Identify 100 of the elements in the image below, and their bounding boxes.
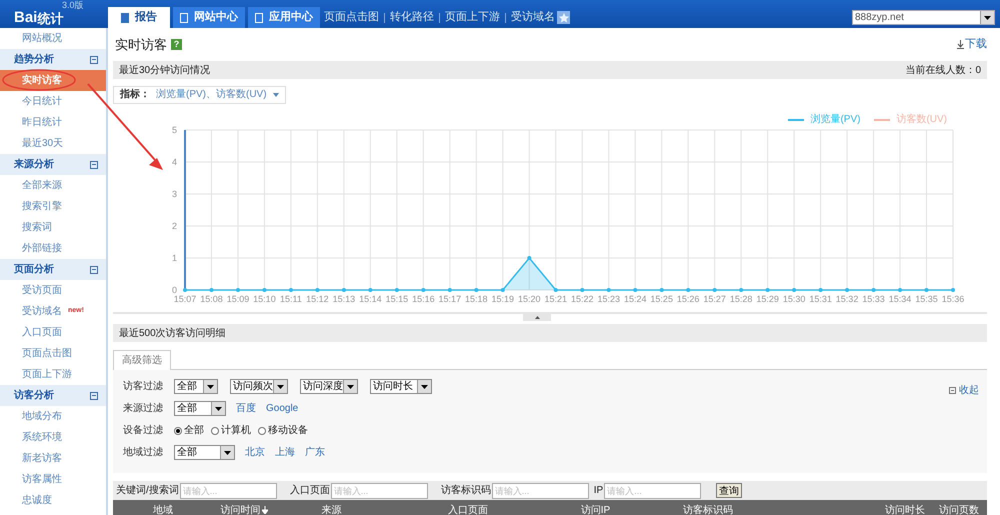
nav-tab[interactable]: 应用中心 (248, 7, 320, 28)
sidebar-item[interactable]: 搜索词 (0, 217, 106, 238)
radio-button[interactable] (174, 426, 182, 434)
x-tick-label: 15:08 (200, 294, 223, 304)
dropdown[interactable]: 访问频次 (230, 379, 288, 394)
x-tick-label: 15:09 (226, 294, 250, 304)
filter-link[interactable]: Google (266, 401, 298, 416)
sidebar-item[interactable]: 全部来源 (0, 175, 106, 196)
x-tick-label: 15:11 (280, 294, 302, 304)
sidebar-item[interactable]: 新老访客 (0, 448, 106, 469)
collapse-handle[interactable] (523, 314, 551, 321)
sidebar-group-header[interactable]: 访客分析 (0, 385, 106, 406)
dropdown[interactable]: 访问深度 (300, 379, 358, 394)
sidebar-item[interactable]: 地域分布 (0, 406, 106, 427)
tab-icon (180, 12, 188, 22)
column-header[interactable]: 入口页面 (388, 502, 548, 515)
x-tick-label: 15:18 (465, 294, 488, 304)
search-field[interactable]: 请输入... (604, 482, 702, 498)
nav-link[interactable]: 页面点击图 (324, 9, 379, 26)
sidebar-item[interactable]: 昨日统计 (0, 112, 106, 133)
site-selector[interactable]: 888zyp.net (852, 10, 995, 25)
sidebar-item[interactable]: 忠诚度 (0, 490, 106, 511)
column-header[interactable]: 访问页数 (933, 502, 985, 515)
search-label: 访客标识码 (440, 484, 491, 498)
x-tick-label: 15:23 (597, 294, 620, 304)
search-field[interactable]: 请输入... (492, 482, 589, 498)
column-header[interactable]: 地域 (113, 502, 213, 515)
metric-selector[interactable]: 指标： 浏览量(PV)、访客数(UV) (113, 86, 286, 104)
collapse-icon[interactable] (90, 392, 98, 400)
sidebar-item[interactable]: 系统环境 (0, 427, 106, 448)
x-tick-label: 15:22 (570, 294, 594, 304)
filter-link[interactable]: 广东 (305, 445, 325, 460)
x-tick-label: 15:28 (730, 294, 752, 304)
sidebar-item[interactable]: 入口页面 (0, 322, 106, 343)
y-tick-label: 3 (172, 189, 177, 199)
filter-label: 访客过滤 (123, 380, 164, 394)
logo-caption: 统计 (37, 12, 64, 25)
sidebar-item[interactable]: 搜索引擎 (0, 196, 106, 217)
dropdown[interactable]: 全部 (174, 401, 226, 416)
online-count: 当前在线人数：0 (905, 64, 981, 78)
dropdown[interactable]: 全部 (174, 445, 235, 460)
filter-link[interactable]: 上海 (275, 445, 295, 460)
collapse-icon[interactable] (90, 56, 98, 64)
download-icon (957, 40, 964, 49)
help-icon[interactable]: ? (171, 39, 182, 50)
nav-tab[interactable]: 报告 (108, 7, 170, 28)
nav-link[interactable]: 转化路径 (390, 9, 434, 26)
x-tick-label: 15:34 (888, 294, 912, 304)
sidebar-item[interactable]: 今日统计 (0, 91, 106, 112)
column-header[interactable]: 访问时长 (773, 502, 933, 515)
dropdown[interactable]: 访问时长 (370, 379, 432, 394)
radio-option[interactable]: 计算机 (211, 423, 251, 438)
star-icon[interactable] (557, 11, 570, 24)
column-header[interactable]: 访客标识码 (643, 502, 773, 515)
nav-link[interactable]: 页面上下游 (445, 9, 500, 26)
radio-option[interactable]: 移动设备 (258, 423, 308, 438)
radio-button[interactable] (211, 426, 219, 434)
column-header[interactable]: 来源 (275, 502, 388, 515)
column-header[interactable]: 访问IP (548, 502, 643, 515)
sidebar-group-header[interactable]: 页面分析 (0, 259, 106, 280)
y-tick-label: 0 (172, 285, 177, 295)
radio-button[interactable] (258, 426, 266, 434)
download-link[interactable]: 下载 (957, 36, 987, 53)
x-tick-label: 15:35 (915, 294, 938, 304)
collapse-icon[interactable] (90, 160, 98, 168)
filter-link[interactable]: 北京 (245, 445, 265, 460)
x-tick-label: 15:15 (386, 294, 408, 304)
x-tick-label: 15:31 (809, 294, 832, 304)
x-tick-label: 15:13 (332, 294, 356, 304)
page-title: 实时访客 (115, 36, 167, 54)
sidebar-item[interactable]: 页面点击图 (0, 343, 106, 364)
column-header[interactable]: 访问时间 (213, 502, 275, 515)
nav-link[interactable]: 受访域名 (511, 9, 555, 26)
x-tick-label: 15:17 (438, 294, 462, 304)
search-button[interactable]: 查询 (716, 483, 742, 498)
y-tick-label: 1 (172, 253, 177, 263)
sidebar-item[interactable]: 访客属性 (0, 469, 106, 490)
x-tick-label: 15:32 (836, 294, 858, 304)
filter-link[interactable]: 百度 (236, 401, 256, 416)
dropdown[interactable]: 全部 (174, 379, 218, 394)
sidebar-item[interactable]: 页面上下游 (0, 364, 106, 385)
tab-icon (255, 12, 263, 22)
nav-tab[interactable]: 网站中心 (173, 7, 245, 28)
sidebar-item[interactable]: 最近30天 (0, 133, 106, 154)
sidebar-item[interactable]: 网站概况 (0, 28, 106, 49)
search-field[interactable]: 请输入... (330, 482, 428, 498)
legend-item: 浏览量(PV) (788, 112, 860, 127)
collapse-link[interactable]: 收起 (949, 383, 979, 398)
filter-tab[interactable]: 高级筛选 (113, 350, 171, 370)
sidebar-group-header[interactable]: 趋势分析 (0, 49, 106, 70)
sidebar-item[interactable]: 外部链接 (0, 238, 106, 259)
search-field[interactable]: 请输入... (180, 482, 277, 498)
sidebar-item[interactable]: 受访页面 (0, 280, 106, 301)
x-tick-label: 15:14 (359, 294, 382, 304)
sort-arrow-icon (262, 506, 268, 514)
radio-option[interactable]: 全部 (174, 423, 204, 438)
x-tick-label: 15:26 (676, 294, 700, 304)
x-tick-label: 15:24 (624, 294, 646, 304)
collapse-icon[interactable] (90, 266, 98, 274)
sidebar-group-header[interactable]: 来源分析 (0, 154, 106, 175)
